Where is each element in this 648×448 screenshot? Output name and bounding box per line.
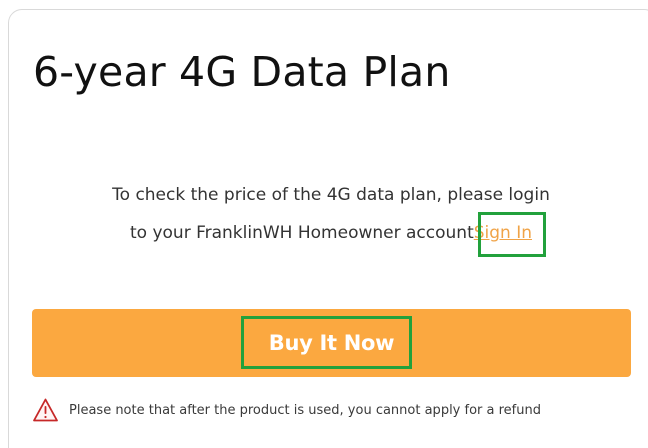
warning-triangle-icon xyxy=(33,398,58,422)
buy-it-now-button[interactable]: Buy It Now xyxy=(32,309,631,377)
page: 6-year 4G Data Plan To check the price o… xyxy=(0,0,648,448)
login-prompt-line-2: to your FranklinWH Homeowner accountSign… xyxy=(0,221,648,245)
refund-notice: Please note that after the product is us… xyxy=(32,396,541,424)
login-prompt-text: to your FranklinWH Homeowner account xyxy=(129,223,474,243)
buy-button-label: Buy It Now xyxy=(268,331,395,355)
sign-in-link[interactable]: Sign In xyxy=(474,223,532,243)
refund-notice-text: Please note that after the product is us… xyxy=(69,402,541,418)
login-prompt-line-1: To check the price of the 4G data plan, … xyxy=(112,185,550,205)
page-title: 6-year 4G Data Plan xyxy=(33,48,451,96)
